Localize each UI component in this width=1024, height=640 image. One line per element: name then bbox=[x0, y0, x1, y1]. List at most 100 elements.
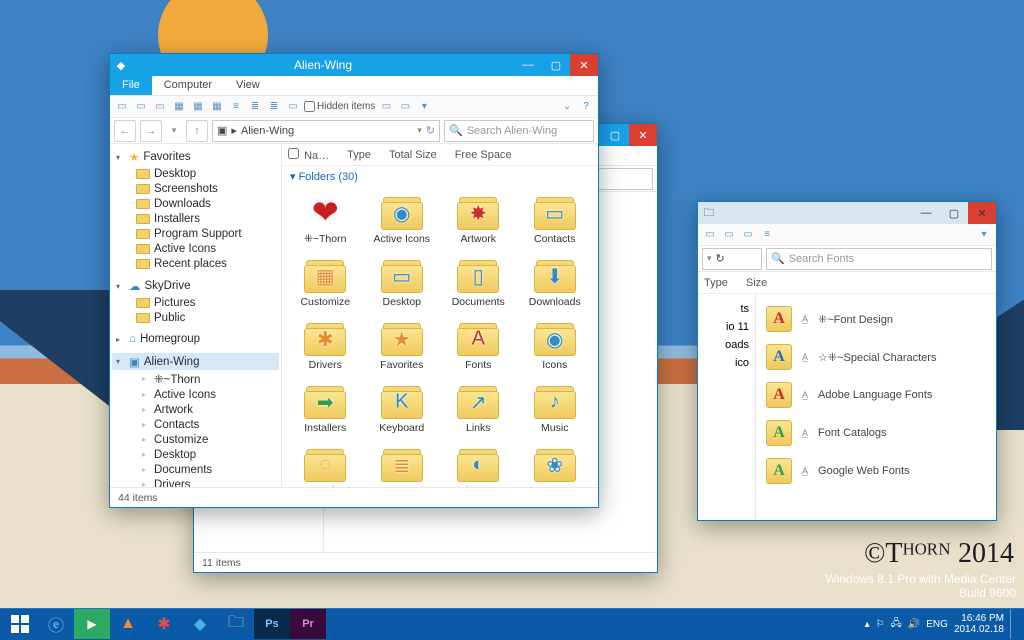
folder-tile[interactable]: ◐ Pictures bbox=[441, 443, 516, 487]
nav-up-button[interactable]: ↑ bbox=[186, 120, 208, 142]
tool-icon[interactable]: ▦ bbox=[190, 99, 206, 115]
folder-tile[interactable]: ◉ Icons bbox=[518, 317, 593, 374]
breadcrumb[interactable]: ▾ ↻ bbox=[702, 248, 762, 270]
close-button[interactable]: ✕ bbox=[570, 54, 598, 76]
folder-tile[interactable]: ≣ Notes bbox=[365, 443, 440, 487]
tool-icon[interactable]: ▭ bbox=[740, 227, 756, 243]
nav-fwd-button[interactable]: → bbox=[140, 120, 162, 142]
taskbar-store[interactable]: ▶ bbox=[74, 609, 110, 639]
maximize-button[interactable]: ▢ bbox=[542, 54, 570, 76]
taskbar-explorer[interactable]: 🗀 bbox=[218, 609, 254, 639]
tool-icon[interactable]: ▭ bbox=[285, 99, 301, 115]
nav-item[interactable]: ▸⁜~Thorn bbox=[112, 370, 279, 387]
expand-ribbon-icon[interactable]: ⌄ bbox=[559, 99, 575, 115]
list-item[interactable]: A A̲ ☆⁜~Special Characters bbox=[766, 338, 986, 376]
nav-item[interactable]: Downloads bbox=[112, 196, 279, 211]
tool-icon[interactable]: ▾ bbox=[416, 99, 432, 115]
search-input[interactable]: 🔍Search Alien-Wing bbox=[444, 120, 594, 142]
titlebar[interactable]: 🗀 — ▢ ✕ bbox=[698, 202, 996, 224]
minimize-button[interactable]: — bbox=[912, 202, 940, 224]
ribbon-tabs[interactable]: File Computer View bbox=[110, 76, 598, 96]
tool-icon[interactable]: ▭ bbox=[114, 99, 130, 115]
group-header[interactable]: Folders (30) bbox=[282, 166, 598, 187]
explorer-window-fonts[interactable]: 🗀 — ▢ ✕ ▭ ▭ ▭ ≡ ▾ ▾ ↻ 🔍Search Fonts Type… bbox=[697, 201, 997, 521]
nav-group-head[interactable]: ▸⌂ Homegroup bbox=[112, 331, 279, 347]
nav-item[interactable]: Installers bbox=[112, 211, 279, 226]
folder-tile[interactable]: ▦ Customize bbox=[288, 254, 363, 311]
tool-icon[interactable]: ▭ bbox=[702, 227, 718, 243]
nav-back-button[interactable]: ← bbox=[114, 120, 136, 142]
taskbar-app[interactable]: ✱ bbox=[146, 609, 182, 639]
nav-item[interactable]: ▸Documents bbox=[112, 462, 279, 477]
nav-group-head[interactable]: ▾▣ Alien-Wing bbox=[112, 353, 279, 370]
file-view[interactable]: ❤ ⁜~Thorn ◉ Active Icons ✸ Artwork ▭ Con… bbox=[282, 187, 598, 487]
nav-item[interactable]: Recent places bbox=[112, 256, 279, 271]
tray-volume-icon[interactable]: 🔊 bbox=[908, 619, 920, 630]
maximize-button[interactable]: ▢ bbox=[940, 202, 968, 224]
tool-icon[interactable]: ≣ bbox=[266, 99, 282, 115]
folder-tile[interactable]: ♪ Music bbox=[518, 380, 593, 437]
nav-item[interactable]: Program Support bbox=[112, 226, 279, 241]
nav-group-head[interactable]: ▾★ Favorites bbox=[112, 148, 279, 166]
taskbar-app[interactable]: ◆ bbox=[182, 609, 218, 639]
tray-icon[interactable]: ⚐ bbox=[876, 619, 885, 630]
folder-tile[interactable]: ↗ Links bbox=[441, 380, 516, 437]
help-icon[interactable]: ? bbox=[578, 99, 594, 115]
nav-item[interactable]: Desktop bbox=[112, 166, 279, 181]
list-item[interactable]: A A̲ Google Web Fonts bbox=[766, 452, 986, 490]
tray-lang[interactable]: ENG bbox=[926, 619, 948, 630]
taskbar-premiere[interactable]: Pr bbox=[290, 609, 326, 639]
taskbar[interactable]: ⓔ ▶ ▲ ✱ ◆ 🗀 Ps Pr ▴ ⚐ 🖧 🔊 ENG 16:46 PM20… bbox=[0, 608, 1024, 640]
breadcrumb[interactable]: ▣ ▸ Alien-Wing ▾↻ bbox=[212, 120, 440, 142]
explorer-window-main[interactable]: ◆ Alien-Wing — ▢ ✕ File Computer View ▭ … bbox=[109, 53, 599, 508]
folder-tile[interactable]: ▯ Documents bbox=[441, 254, 516, 311]
nav-item[interactable]: ▸Contacts bbox=[112, 417, 279, 432]
start-button[interactable] bbox=[2, 609, 38, 639]
taskbar-vlc[interactable]: ▲ bbox=[110, 609, 146, 639]
show-desktop-button[interactable] bbox=[1010, 609, 1016, 639]
nav-item[interactable]: ▸Drivers bbox=[112, 477, 279, 487]
folder-tile[interactable]: ➡ Installers bbox=[288, 380, 363, 437]
system-tray[interactable]: ▴ ⚐ 🖧 🔊 ENG 16:46 PM2014.02.18 bbox=[865, 609, 1022, 639]
list-item[interactable]: A A̲ Adobe Language Fonts bbox=[766, 376, 986, 414]
taskbar-clock[interactable]: 16:46 PM2014.02.18 bbox=[954, 613, 1004, 635]
folder-tile[interactable]: ▭ Contacts bbox=[518, 191, 593, 248]
nav-item[interactable]: ▸Artwork bbox=[112, 402, 279, 417]
folder-tile[interactable]: ✱ Drivers bbox=[288, 317, 363, 374]
tool-icon[interactable]: ▭ bbox=[721, 227, 737, 243]
tool-icon[interactable]: ▭ bbox=[152, 99, 168, 115]
folder-tile[interactable]: ⬇ Downloads bbox=[518, 254, 593, 311]
titlebar[interactable]: ◆ Alien-Wing — ▢ ✕ bbox=[110, 54, 598, 76]
tool-icon[interactable]: ▭ bbox=[378, 99, 394, 115]
folder-tile[interactable]: ❤ ⁜~Thorn bbox=[288, 191, 363, 248]
close-button[interactable]: ✕ bbox=[968, 202, 996, 224]
taskbar-ie[interactable]: ⓔ bbox=[38, 609, 74, 639]
hidden-items-checkbox[interactable]: Hidden items bbox=[304, 101, 375, 112]
column-header[interactable]: TypeSize bbox=[698, 272, 996, 294]
folder-tile[interactable]: A Fonts bbox=[441, 317, 516, 374]
nav-group-head[interactable]: ▾☁ SkyDrive bbox=[112, 277, 279, 295]
tool-icon[interactable]: ≡ bbox=[228, 99, 244, 115]
nav-item[interactable]: Pictures bbox=[112, 295, 279, 310]
column-header[interactable]: Na… Type Total Size Free Space bbox=[282, 144, 598, 166]
folder-tile[interactable]: ★ Favorites bbox=[365, 317, 440, 374]
folder-tile[interactable]: ◉ Active Icons bbox=[365, 191, 440, 248]
list-item[interactable]: A A̲ Font Catalogs bbox=[766, 414, 986, 452]
nav-item[interactable]: ▸Desktop bbox=[112, 447, 279, 462]
nav-item[interactable]: ▸Customize bbox=[112, 432, 279, 447]
tool-icon[interactable]: ▭ bbox=[133, 99, 149, 115]
folder-tile[interactable]: ✸ Artwork bbox=[441, 191, 516, 248]
tab-file[interactable]: File bbox=[110, 76, 152, 95]
folder-tile[interactable]: ◌ Normal St. bbox=[288, 443, 363, 487]
nav-item[interactable]: ▸Active Icons bbox=[112, 387, 279, 402]
tool-icon[interactable]: ▭ bbox=[397, 99, 413, 115]
search-input[interactable]: 🔍Search Fonts bbox=[766, 248, 992, 270]
tool-icon[interactable]: ▦ bbox=[171, 99, 187, 115]
tray-network-icon[interactable]: 🖧 bbox=[891, 616, 902, 633]
nav-pane[interactable]: tsio 11oadsico bbox=[698, 294, 756, 520]
folder-tile[interactable]: ▭ Desktop bbox=[365, 254, 440, 311]
tool-icon[interactable]: ≡ bbox=[759, 227, 775, 243]
tab-computer[interactable]: Computer bbox=[152, 76, 224, 95]
minimize-button[interactable]: — bbox=[514, 54, 542, 76]
nav-pane[interactable]: ▾★ FavoritesDesktopScreenshotsDownloadsI… bbox=[110, 144, 282, 487]
